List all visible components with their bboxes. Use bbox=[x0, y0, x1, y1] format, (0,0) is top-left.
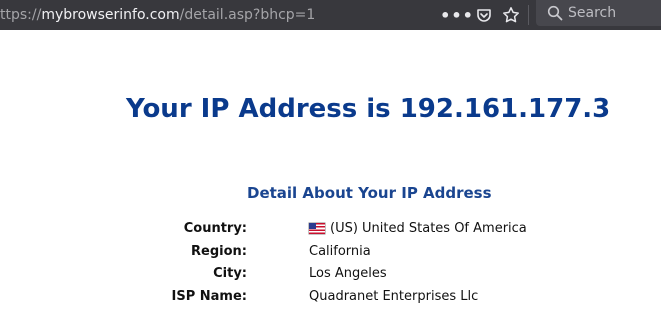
section-heading: Detail About Your IP Address bbox=[247, 184, 492, 202]
country-label: Country: bbox=[183, 221, 247, 236]
url-host: mybrowserinfo.com bbox=[41, 7, 180, 23]
pocket-icon[interactable] bbox=[473, 4, 495, 26]
search-placeholder[interactable]: Search bbox=[568, 5, 616, 21]
country-text: (US) United States Of America bbox=[330, 221, 527, 236]
city-value: Los Angeles bbox=[309, 266, 387, 281]
us-flag-icon bbox=[309, 223, 325, 234]
browser-toolbar: ttps://mybrowserinfo.com/detail.asp?bhcp… bbox=[0, 0, 661, 30]
more-actions-icon[interactable]: ••• bbox=[440, 4, 473, 26]
isp-value: Quadranet Enterprises Llc bbox=[309, 289, 479, 304]
url-bar[interactable]: ttps://mybrowserinfo.com/detail.asp?bhcp… bbox=[0, 6, 315, 24]
search-icon bbox=[546, 4, 564, 22]
country-value: (US) United States Of America bbox=[309, 221, 527, 236]
isp-label: ISP Name: bbox=[171, 289, 247, 304]
url-path: /detail.asp?bhcp=1 bbox=[179, 7, 316, 23]
url-scheme: ttps:// bbox=[0, 7, 42, 23]
bookmark-star-icon[interactable] bbox=[500, 4, 522, 26]
city-label: City: bbox=[213, 266, 247, 281]
toolbar-separator bbox=[528, 5, 529, 25]
page-title: Your IP Address is 192.161.177.3 bbox=[126, 94, 611, 124]
region-label: Region: bbox=[191, 244, 247, 259]
region-value: California bbox=[309, 244, 371, 259]
